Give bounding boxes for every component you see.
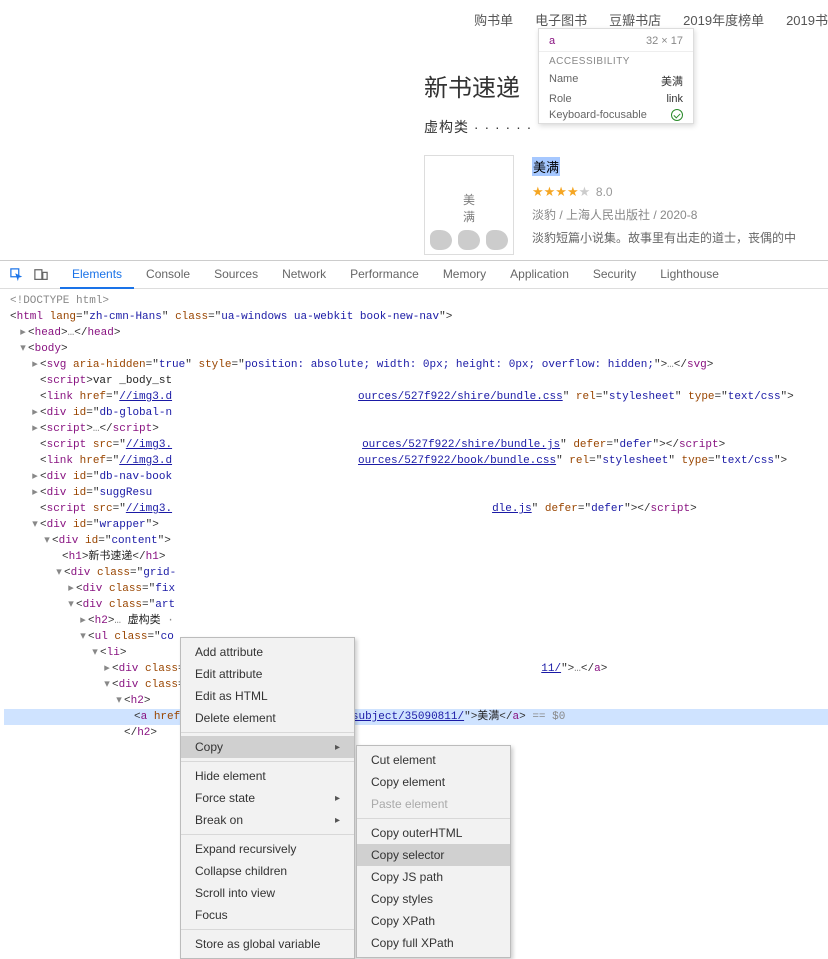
ctx-edit-attribute[interactable]: Edit attribute [181,663,354,685]
dom-line[interactable]: ▾<div class=" [4,677,828,693]
ctx-add-attribute[interactable]: Add attribute [181,641,354,663]
dom-line[interactable]: ▾<li> [4,645,828,661]
page-title: 新书速递 [424,68,796,103]
dom-line[interactable]: <h1>新书速递</h1> [4,549,828,565]
dom-line[interactable]: ▸<div class="fix [4,581,828,597]
ctx-focus[interactable]: Focus [181,904,354,926]
page-top: 购书单 电子图书 豆瓣书店 2019年度榜单 2019书 a 32 × 17 A… [0,0,828,260]
tab-lighthouse[interactable]: Lighthouse [648,260,731,289]
devtools-toolbar: Elements Console Sources Network Perform… [0,261,828,289]
dom-line-selected[interactable]: <a href="https://book.douban.com/subject… [4,709,828,725]
devtools-panel: Elements Console Sources Network Perform… [0,260,828,764]
chevron-right-icon: ▸ [335,742,340,753]
ctx-expand[interactable]: Expand recursively [181,838,354,860]
sub-copy-selector[interactable]: Copy selector [357,844,510,866]
subtitle: 虚构类 · · · · · · [424,117,796,137]
dom-line[interactable]: ▾<ul class="co [4,629,828,645]
chevron-right-icon: ▸ [335,793,340,804]
tab-performance[interactable]: Performance [338,260,431,289]
book-meta: 淡豹 / 上海人民出版社 / 2020-8 [532,206,796,223]
sub-styles[interactable]: Copy styles [357,888,510,910]
dom-line[interactable]: ▾<div id="wrapper"> [4,517,828,533]
sub-copy-el[interactable]: Copy element [357,771,510,793]
book-cover[interactable]: 美满 [424,155,514,255]
dom-line[interactable]: ▾<div id="content"> [4,533,828,549]
dom-line[interactable]: ▾<body> [4,341,828,357]
book-title-link[interactable]: 美满 [532,157,560,176]
rating-value: 8.0 [596,185,613,199]
sub-outerhtml[interactable]: Copy outerHTML [357,822,510,844]
top-nav: 购书单 电子图书 豆瓣书店 2019年度榜单 2019书 [474,10,828,29]
dom-line[interactable]: ▸<h2>… 虚构类 · [4,613,828,629]
dom-line[interactable]: ▸<head>…</head> [4,325,828,341]
tab-elements[interactable]: Elements [60,260,134,289]
devtools-tabs: Elements Console Sources Network Perform… [60,260,731,289]
dom-line[interactable]: ▸<div id="suggResu [4,485,828,501]
dom-line[interactable]: <html lang="zh-cmn-Hans" class="ua-windo… [4,309,828,325]
dom-line[interactable]: <!DOCTYPE html> [4,293,828,309]
tooltip-el: a [549,35,555,47]
ctx-store[interactable]: Store as global variable [181,933,354,955]
context-menu: Add attribute Edit attribute Edit as HTM… [180,637,355,959]
inspect-icon[interactable] [6,265,28,285]
dom-line[interactable]: ▸<div class="11/">…</a> [4,661,828,677]
sub-xpath[interactable]: Copy XPath [357,910,510,932]
tab-security[interactable]: Security [581,260,648,289]
ctx-scroll[interactable]: Scroll into view [181,882,354,904]
nav-item[interactable]: 2019书 [786,10,828,29]
nav-item[interactable]: 购书单 [474,10,513,29]
dom-line[interactable]: <script>var _body_st [4,373,828,389]
tab-sources[interactable]: Sources [202,260,270,289]
ctx-force-state[interactable]: Force state▸ [181,787,354,809]
dom-line[interactable]: ▸<script>…</script> [4,421,828,437]
tab-network[interactable]: Network [270,260,338,289]
ctx-delete[interactable]: Delete element [181,707,354,729]
chevron-right-icon: ▸ [335,815,340,826]
dom-line[interactable]: ▸<svg aria-hidden="true" style="position… [4,357,828,373]
sub-paste: Paste element [357,793,510,815]
cover-text: 美满 [463,191,475,225]
dom-line[interactable]: <link href="//img3.dources/527f922/book/… [4,453,828,469]
ctx-collapse[interactable]: Collapse children [181,860,354,882]
nav-item[interactable]: 电子图书 [535,10,587,29]
ctx-copy[interactable]: Copy▸ [181,736,354,758]
dom-line[interactable]: ▾<div class="art [4,597,828,613]
dom-line[interactable]: ▾<div class="grid- [4,565,828,581]
dom-line[interactable]: ▸<div id="db-global-n [4,405,828,421]
copy-submenu: Cut element Copy element Paste element C… [356,745,511,958]
ctx-edit-html[interactable]: Edit as HTML [181,685,354,707]
main-content: 新书速递 虚构类 · · · · · · 美满 美满 ★★★★★ 8.0 淡豹 … [424,68,796,255]
tab-application[interactable]: Application [498,260,581,289]
rating-stars: ★★★★★ 8.0 [532,184,796,200]
device-icon[interactable] [30,265,52,285]
dom-tree[interactable]: <!DOCTYPE html> <html lang="zh-cmn-Hans"… [0,289,828,764]
dom-line[interactable]: ▾<h2> [4,693,828,709]
ctx-hide[interactable]: Hide element [181,765,354,787]
tooltip-dim: 32 × 17 [646,35,683,47]
sub-jspath[interactable]: Copy JS path [357,866,510,888]
nav-item[interactable]: 豆瓣书店 [609,10,661,29]
dom-line[interactable]: <script src="//img3.ources/527f922/shire… [4,437,828,453]
dom-line[interactable]: <script src="//img3.dle.js" defer="defer… [4,501,828,517]
ctx-break-on[interactable]: Break on▸ [181,809,354,831]
dom-line[interactable]: <link href="//img3.dources/527f922/shire… [4,389,828,405]
tab-memory[interactable]: Memory [431,260,498,289]
book-desc: 淡豹短篇小说集。故事里有出走的道士，丧偶的中 [532,229,796,246]
sub-full-xpath[interactable]: Copy full XPath [357,932,510,954]
tab-console[interactable]: Console [134,260,202,289]
dom-line[interactable]: ▸<div id="db-nav-book [4,469,828,485]
nav-item[interactable]: 2019年度榜单 [683,10,764,29]
sub-cut[interactable]: Cut element [357,749,510,771]
dom-line[interactable]: </h2> [4,725,828,741]
